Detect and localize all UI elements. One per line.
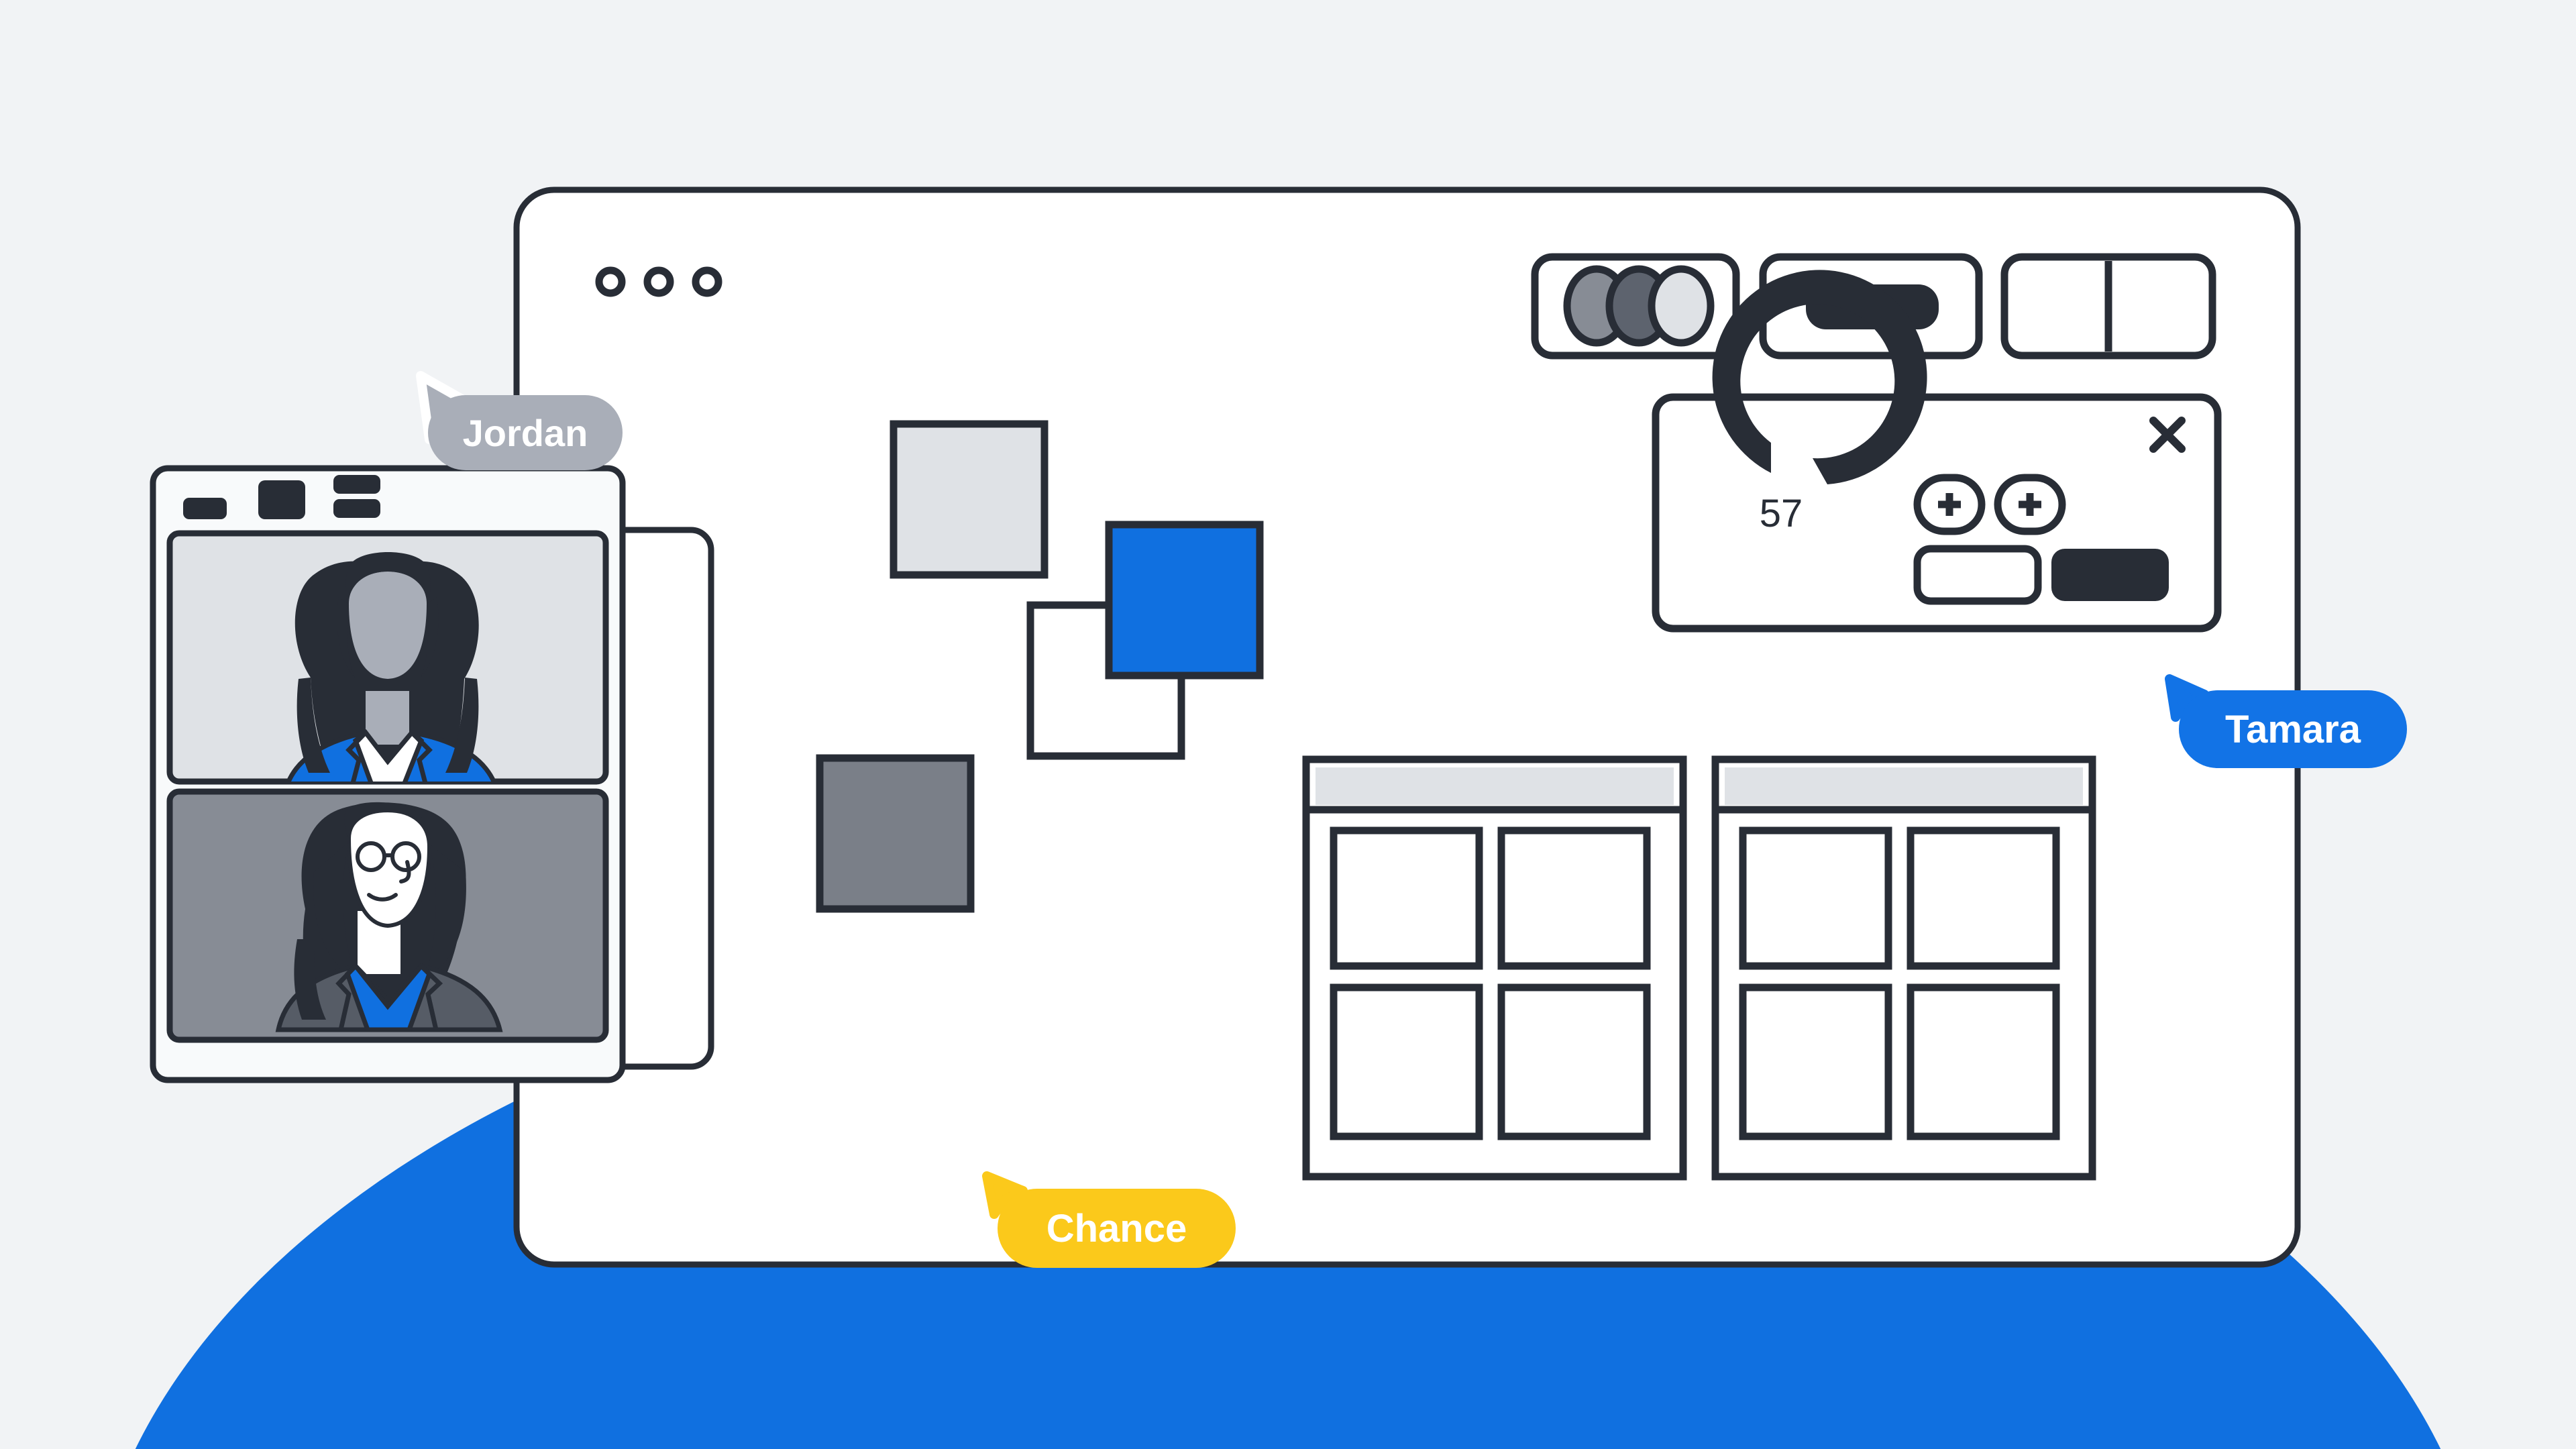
illustration-stage: 57 Jordan Tamara Chance (0, 0, 2576, 1449)
cursor-tamara-label: Tamara (2224, 707, 2361, 751)
gauge-value: 57 (1759, 491, 1803, 535)
cursor-jordan-label: Jordan (462, 411, 588, 454)
cursor-chance-label: Chance (1046, 1206, 1187, 1250)
